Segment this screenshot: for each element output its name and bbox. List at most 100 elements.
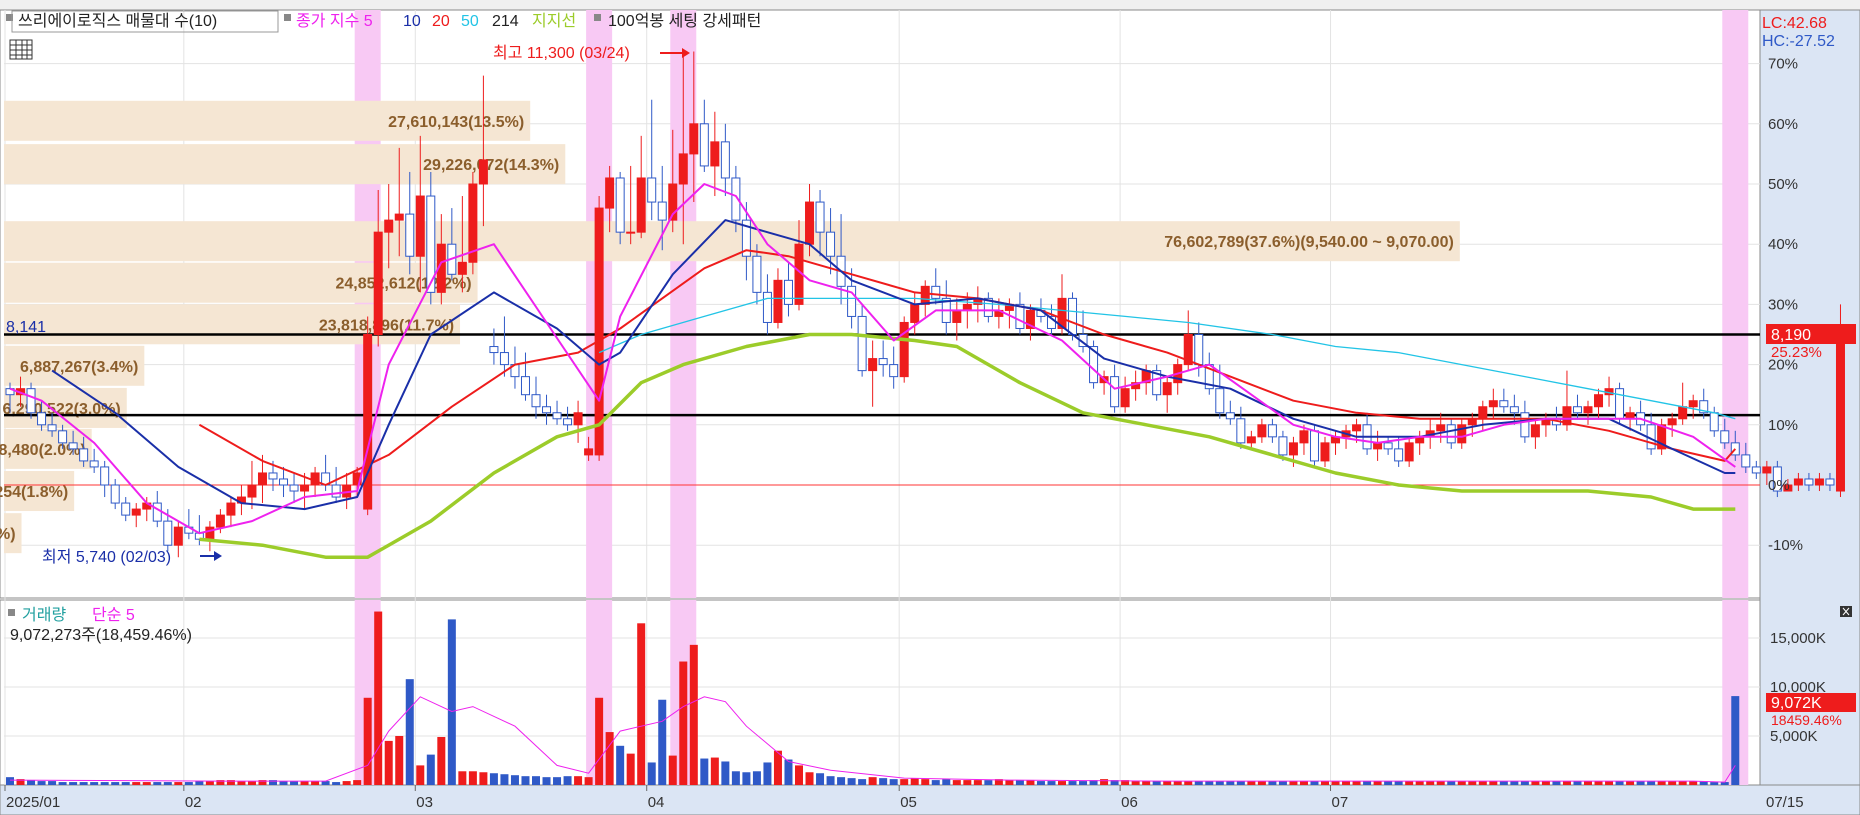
candle-body: [247, 484, 257, 498]
candle-body: [1225, 412, 1235, 420]
candle-body: [563, 418, 573, 426]
candle-body: [1446, 424, 1456, 444]
volume-bar: [1647, 781, 1656, 785]
volume-bar: [300, 781, 309, 785]
price-axis-label: 0%: [1768, 477, 1790, 494]
candle-body: [331, 484, 341, 498]
candle-body: [826, 231, 836, 257]
date-axis-label: 2025/01: [6, 794, 60, 811]
volume-bar: [1047, 781, 1056, 785]
price-axis-label: 70%: [1768, 56, 1798, 73]
volume-bar: [1468, 781, 1477, 785]
price-axis-label: -10%: [1768, 537, 1803, 554]
candle-body: [1572, 406, 1582, 414]
volume-bar: [279, 781, 288, 785]
candle-body: [1320, 442, 1330, 462]
volume-bar: [1342, 781, 1351, 785]
volume-bar: [1331, 781, 1340, 785]
volume-bar: [374, 611, 383, 785]
candle-body: [1741, 454, 1751, 468]
candle-body: [489, 346, 499, 354]
legend-volume-value: 9,072,273주(18,459.46%): [10, 627, 192, 644]
candle-body: [1246, 436, 1256, 444]
volume-bar: [1015, 780, 1024, 785]
volume-bar: [795, 765, 803, 785]
legend-ma10: 10: [403, 13, 421, 30]
volume-bar: [1373, 781, 1382, 785]
volume-bar: [1605, 781, 1614, 785]
volume-bar: [1562, 781, 1571, 785]
volume-bar: [1573, 781, 1582, 785]
candle-body: [1162, 382, 1172, 396]
volume-bar: [395, 736, 404, 785]
volume-bar: [752, 771, 761, 785]
volume-bar: [363, 697, 372, 785]
volume-bar: [468, 771, 477, 785]
date-axis-panel: [0, 784, 1860, 815]
volume-bar: [1426, 781, 1435, 785]
candle-body: [47, 424, 57, 432]
volume-bar: [247, 781, 256, 785]
close-icon[interactable]: [1840, 606, 1852, 617]
volume-bar: [1384, 781, 1393, 785]
table-icon[interactable]: [9, 39, 33, 60]
volume-bar: [847, 778, 856, 785]
volume-bar: [290, 781, 299, 785]
volume-bar: [79, 782, 88, 785]
volume-bar: [605, 732, 614, 785]
volume-bar: [1531, 781, 1540, 785]
volume-bar: [1299, 781, 1308, 785]
legend-volume-ma: 단순 5: [92, 606, 135, 624]
volume-bar: [1415, 781, 1424, 785]
candle-body: [1278, 436, 1288, 456]
price-badge-pct: 25.23%: [1771, 344, 1822, 361]
volume-bar: [805, 772, 814, 785]
volume-bar: [837, 777, 846, 785]
candle-body: [110, 484, 120, 504]
volume-bar: [532, 776, 540, 785]
volume-bar: [942, 779, 951, 785]
candle-body: [1583, 406, 1593, 414]
candle-body: [1215, 388, 1225, 414]
candle-body: [615, 177, 625, 233]
volume-bar: [1215, 781, 1224, 785]
volume-bar: [879, 778, 888, 785]
date-axis-label: 06: [1121, 794, 1138, 811]
volume-bar: [1005, 780, 1014, 785]
candle-body: [636, 177, 646, 233]
candle-body: [552, 412, 562, 420]
volume-bar: [1499, 781, 1508, 785]
candle-body: [783, 279, 793, 305]
volume-bar: [1278, 781, 1287, 785]
volume-bar: [731, 771, 740, 785]
volume-bar: [700, 758, 709, 785]
legend-ma214: 214: [492, 13, 519, 30]
volume-bar: [510, 775, 519, 785]
stock-chart[interactable]: 27,610,143(13.5%) 29,226,072(14.3%) 76,602…: [0, 0, 1860, 815]
date-axis-label: 04: [648, 794, 665, 811]
candle-body: [394, 213, 404, 221]
candle-body: [279, 478, 289, 486]
candle-body: [931, 285, 941, 299]
candle-body: [584, 448, 594, 456]
candle-body: [173, 526, 183, 546]
volume-bar: [342, 781, 351, 785]
price-axis-label: 30%: [1768, 296, 1798, 313]
volume-bar: [773, 750, 782, 785]
volume-bar: [48, 781, 57, 785]
candle-body: [573, 412, 583, 426]
volume-bar: [205, 781, 214, 785]
candle-body: [762, 291, 772, 323]
volume-profile-label: 27,610,143(13.5%): [388, 114, 524, 131]
volume-bar: [689, 644, 698, 785]
legend-marker: [284, 14, 291, 21]
volume-bar: [626, 753, 635, 785]
volume-bar: [574, 776, 583, 785]
volume-bar: [1510, 781, 1519, 785]
volume-bar: [321, 781, 330, 785]
legend-volume: 거래량: [22, 606, 66, 624]
candle-body: [79, 448, 89, 462]
volume-bar: [1268, 781, 1277, 785]
candle-body: [710, 141, 720, 167]
candle-body: [1194, 334, 1204, 366]
